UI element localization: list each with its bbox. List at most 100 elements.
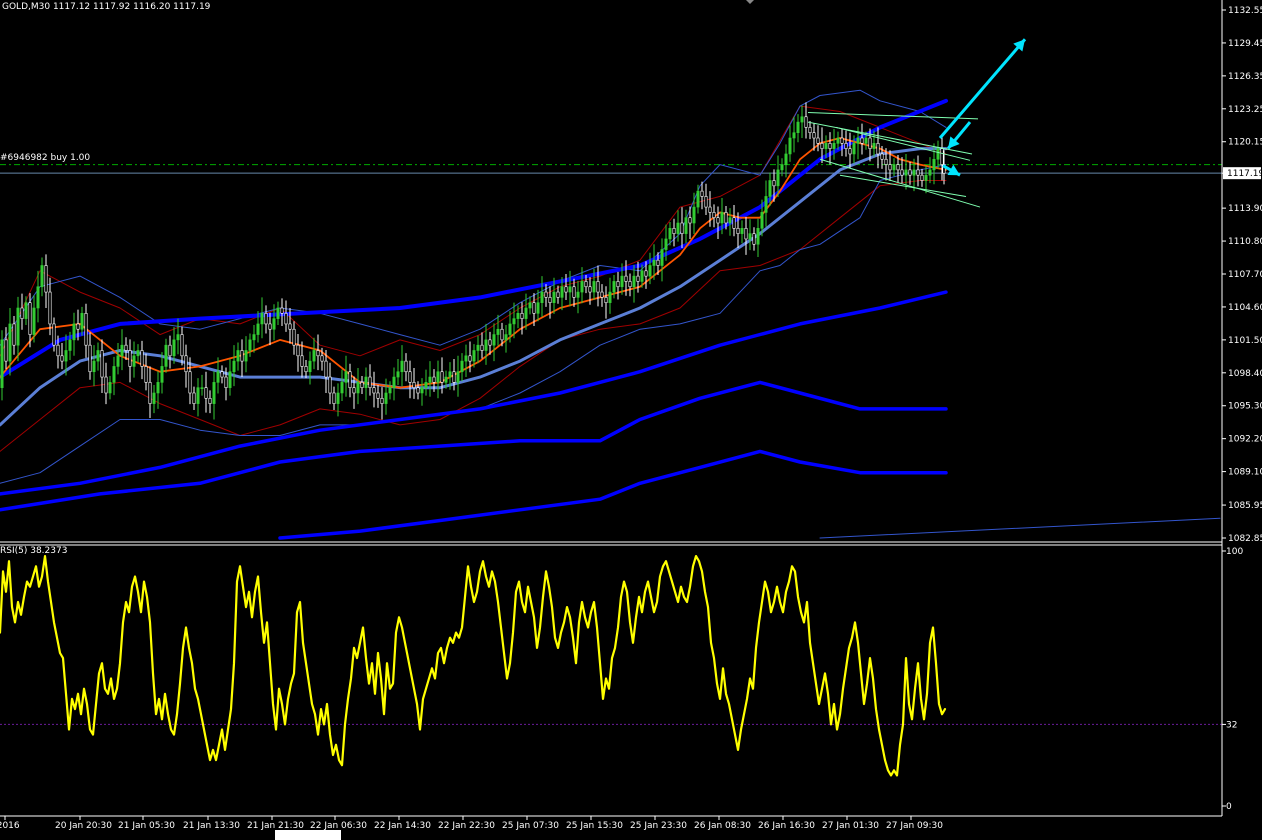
candle-body [928, 169, 932, 176]
candle-body [384, 392, 388, 404]
candle-body [924, 174, 928, 181]
candle-body [804, 116, 808, 128]
candle-body [256, 323, 260, 335]
candle-body [724, 212, 728, 224]
candle-body [676, 222, 680, 234]
candle-body [656, 259, 660, 266]
candle-body [876, 143, 880, 155]
candle-body [56, 344, 60, 357]
candle-body [828, 143, 832, 149]
candle-body [456, 371, 460, 383]
candle-body [588, 286, 592, 293]
candle-body [40, 265, 44, 288]
price-tick-label: 1082.85 [1228, 534, 1262, 544]
candle-body [472, 350, 476, 362]
candle-body [940, 148, 944, 165]
candle-body [144, 366, 148, 383]
candle-body [444, 376, 448, 383]
candle-body [292, 328, 296, 346]
candle-body [272, 318, 276, 330]
candle-body [364, 376, 368, 388]
candle-body [492, 334, 496, 346]
time-tick-label: 26 Jan 16:30 [758, 821, 815, 831]
candle-body [360, 382, 364, 388]
candle-body [212, 382, 216, 404]
candle-body [776, 169, 780, 187]
candle-body [440, 371, 444, 383]
trading-chart-canvas[interactable]: 1132.55 1129.45 1126.35 1123.25 1120.15 1117.… [0, 0, 1262, 840]
candle-body [716, 217, 720, 224]
order-line-label: #6946982 buy 1.00 [0, 153, 90, 163]
candle-body [872, 143, 876, 149]
candle-body [104, 376, 108, 394]
rsi-tick-label: 100 [1226, 547, 1243, 557]
candle-body [708, 206, 712, 213]
candle-body [324, 360, 328, 378]
time-tick-label: 21 Jan 21:30 [247, 821, 304, 831]
price-tick-label: 1104.60 [1228, 303, 1262, 313]
candle-body [380, 397, 384, 404]
candle-body [376, 392, 380, 399]
candle-body [644, 270, 648, 277]
time-tick-label: Jan 2016 [0, 821, 20, 831]
candle-body [824, 143, 828, 149]
candle-body [864, 137, 868, 144]
candle-body [680, 222, 684, 234]
candle-body [76, 323, 80, 330]
candle-body [792, 132, 796, 139]
price-tick-label: 1095.30 [1228, 402, 1262, 412]
candle-body [124, 344, 128, 351]
candle-body [932, 158, 936, 171]
candle-body [836, 137, 840, 144]
candle-body [564, 286, 568, 293]
candle-body [12, 323, 16, 346]
candle-body [176, 334, 180, 341]
candle-body [832, 143, 836, 149]
candle-body [396, 371, 400, 378]
candle-body [660, 249, 664, 266]
candle-body [648, 265, 652, 277]
last-price-label: 1117.19 [1227, 169, 1262, 179]
candle-body [568, 286, 572, 293]
candle-body [880, 153, 884, 160]
candle-body [820, 143, 824, 149]
candle-body [4, 339, 8, 362]
candle-body [572, 286, 576, 298]
candle-body [328, 376, 332, 394]
candle-body [280, 307, 284, 314]
candle-body [160, 366, 164, 383]
candle-body [368, 376, 372, 388]
candle-body [516, 313, 520, 319]
candle-body [748, 233, 752, 240]
price-tick-label: 1101.50 [1228, 336, 1262, 346]
candle-body [624, 275, 628, 282]
time-tick-label: 20 Jan 20:30 [55, 821, 112, 831]
chart-tab[interactable] [275, 830, 341, 840]
candle-body [632, 275, 636, 288]
candle-body [536, 302, 540, 314]
candle-body [100, 350, 104, 378]
candle-body [200, 387, 204, 389]
candle-body [116, 355, 120, 367]
candle-body [520, 313, 524, 319]
candle-body [284, 313, 288, 325]
candle-body [400, 360, 404, 373]
candle-body [32, 307, 36, 335]
candle-body [64, 350, 68, 362]
candle-body [348, 371, 352, 388]
candle-body [844, 143, 848, 149]
candle-body [220, 371, 224, 378]
candle-body [128, 350, 132, 367]
candle-body [796, 121, 800, 134]
candle-body [236, 350, 240, 362]
candle-body [908, 169, 912, 176]
candle-body [268, 323, 272, 330]
candle-body [556, 291, 560, 298]
candle-body [504, 334, 508, 341]
candle-body [476, 344, 480, 351]
candle-body [892, 164, 896, 171]
candle-body [744, 228, 748, 240]
candle-body [88, 344, 92, 373]
candle-body [784, 153, 788, 165]
candle-body [80, 313, 84, 330]
